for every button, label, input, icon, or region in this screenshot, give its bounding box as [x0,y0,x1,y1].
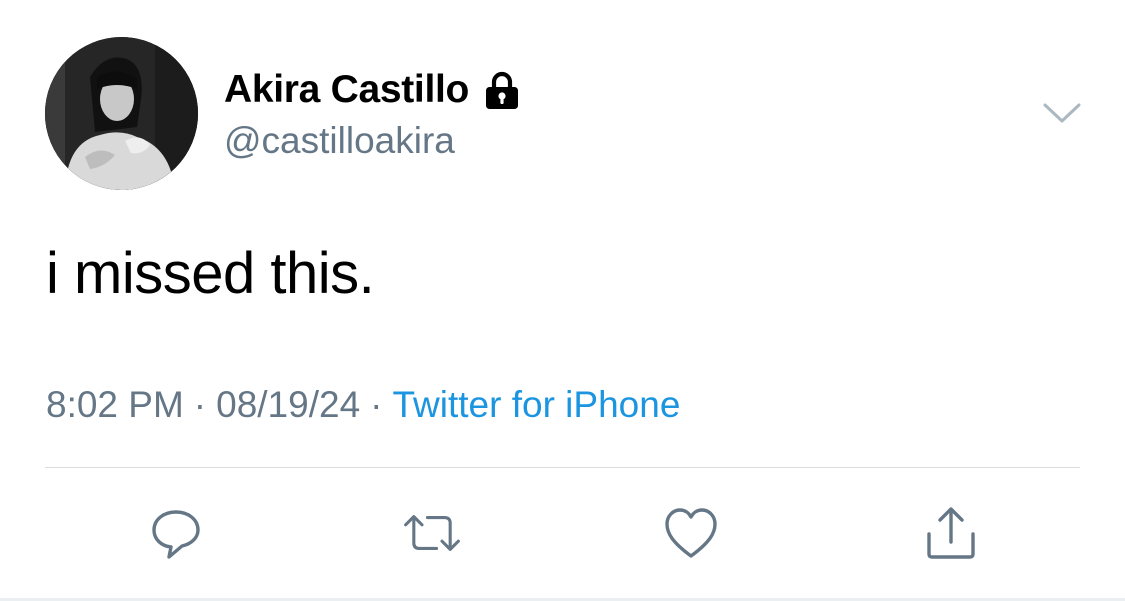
tweet-date: 08/19/24 [216,384,361,425]
retweet-button[interactable] [402,503,462,563]
reply-button[interactable] [146,503,206,563]
divider [45,467,1080,468]
tweet-source-link[interactable]: Twitter for iPhone [392,384,680,425]
author-handle[interactable]: @castilloakira [224,120,455,162]
chevron-down-icon[interactable] [1040,96,1084,128]
tweet-text: i missed this. [46,241,375,306]
lock-icon [486,71,519,109]
meta-separator: · [193,384,207,425]
tweet-meta: 8:02 PM · 08/19/24 · Twitter for iPhone [46,384,680,426]
retweet-icon [404,515,460,551]
share-icon [927,507,975,559]
share-button[interactable] [921,503,981,563]
avatar[interactable] [45,37,198,190]
reply-icon [152,510,200,559]
like-button[interactable] [661,503,721,563]
avatar-photo [45,37,198,190]
tweet-time: 8:02 PM [46,384,184,425]
heart-icon [665,508,717,558]
author-display-name[interactable]: Akira Castillo [224,68,469,112]
author-name-row: Akira Castillo [224,64,523,116]
meta-separator: · [370,384,383,425]
